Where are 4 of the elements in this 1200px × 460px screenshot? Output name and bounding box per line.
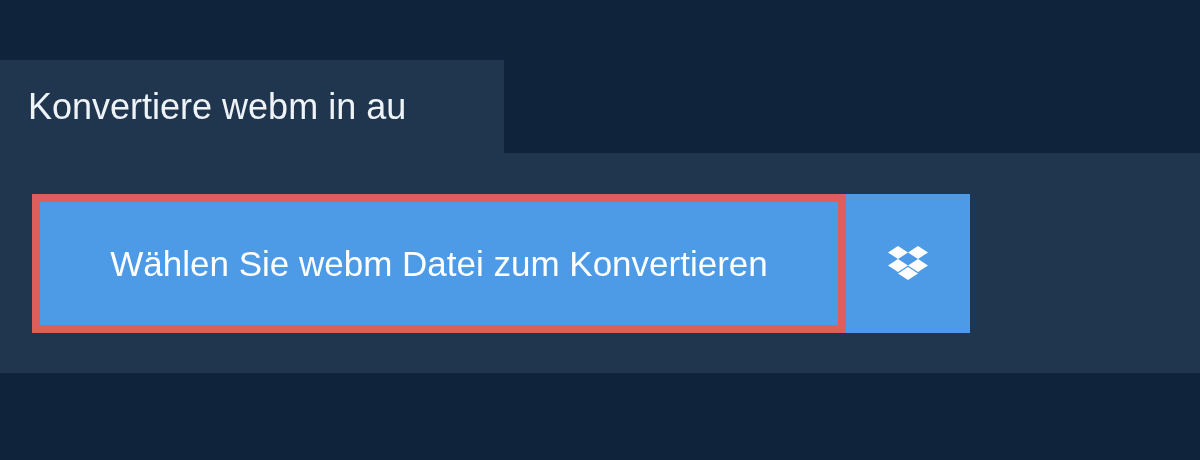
dropbox-icon xyxy=(887,245,929,282)
page-title: Konvertiere webm in au xyxy=(0,60,504,153)
choose-file-button[interactable]: Wählen Sie webm Datei zum Konvertieren xyxy=(32,194,846,333)
dropbox-button[interactable] xyxy=(846,194,970,333)
